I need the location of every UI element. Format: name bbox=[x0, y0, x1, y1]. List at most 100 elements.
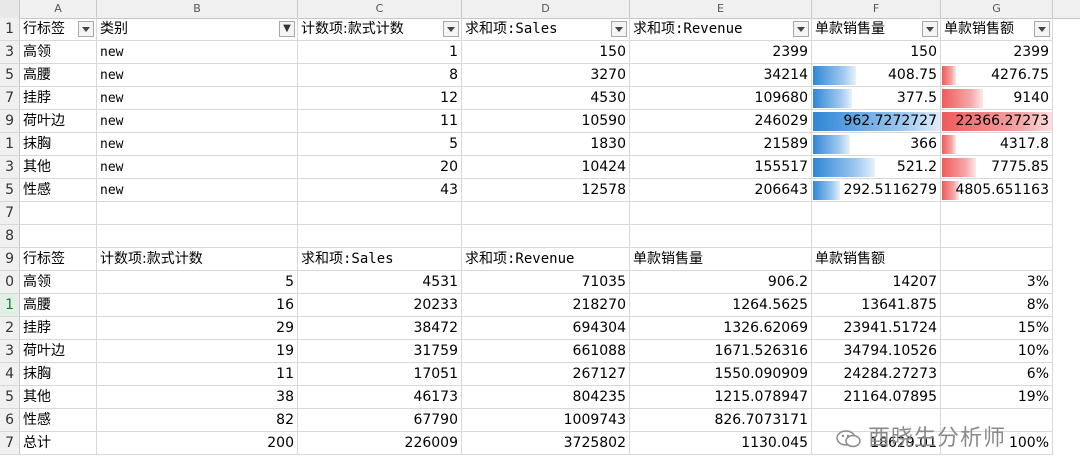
empty-cell[interactable] bbox=[20, 202, 97, 225]
filter-dropdown-icon[interactable] bbox=[78, 21, 94, 37]
unit-qty[interactable]: 906.2 bbox=[630, 271, 812, 294]
sales[interactable]: 1830 bbox=[462, 133, 630, 156]
pivot1-header[interactable]: 求和项:Sales bbox=[462, 18, 630, 41]
unit-amt[interactable]: 22366.27273 bbox=[941, 110, 1053, 133]
sales[interactable]: 10424 bbox=[462, 156, 630, 179]
filter-dropdown-icon[interactable] bbox=[922, 21, 938, 37]
count[interactable]: 82 bbox=[97, 409, 298, 432]
revenue[interactable]: 1009743 bbox=[462, 409, 630, 432]
spreadsheet[interactable]: ABCDEFG 1 行标签 类别 ▼ 计数项:款式计数 求和项:Sales 求和项:Reve… bbox=[0, 0, 1080, 476]
category[interactable]: new bbox=[97, 110, 298, 133]
column-header-d[interactable]: D bbox=[462, 0, 630, 18]
filter-dropdown-icon[interactable] bbox=[793, 21, 809, 37]
sales[interactable]: 17051 bbox=[298, 363, 462, 386]
revenue[interactable]: 155517 bbox=[630, 156, 812, 179]
pivot2-header[interactable]: 求和项:Sales bbox=[298, 248, 462, 271]
count[interactable]: 19 bbox=[97, 340, 298, 363]
column-header-b[interactable]: B bbox=[97, 0, 298, 18]
revenue[interactable]: 109680 bbox=[630, 87, 812, 110]
revenue[interactable]: 267127 bbox=[462, 363, 630, 386]
count[interactable]: 16 bbox=[97, 294, 298, 317]
sales[interactable]: 150 bbox=[462, 41, 630, 64]
empty-cell[interactable] bbox=[941, 248, 1053, 271]
sales[interactable]: 38472 bbox=[298, 317, 462, 340]
revenue[interactable]: 34214 bbox=[630, 64, 812, 87]
pivot1-header[interactable]: 类别 ▼ bbox=[97, 18, 298, 41]
sales[interactable]: 4531 bbox=[298, 271, 462, 294]
count[interactable]: 5 bbox=[97, 271, 298, 294]
unit-amt[interactable]: 23941.51724 bbox=[812, 317, 941, 340]
column-header-f[interactable]: F bbox=[812, 0, 941, 18]
pivot1-header[interactable]: 计数项:款式计数 bbox=[298, 18, 462, 41]
count[interactable]: 20 bbox=[298, 156, 462, 179]
share-percent[interactable]: 15% bbox=[941, 317, 1053, 340]
row-label[interactable]: 挂脖 bbox=[20, 317, 97, 340]
sales[interactable]: 67790 bbox=[298, 409, 462, 432]
row-label[interactable]: 高领 bbox=[20, 271, 97, 294]
sales[interactable]: 20233 bbox=[298, 294, 462, 317]
row-label[interactable]: 性感 bbox=[20, 409, 97, 432]
empty-cell[interactable] bbox=[298, 225, 462, 248]
empty-cell[interactable] bbox=[630, 202, 812, 225]
pivot1-header[interactable]: 单款销售量 bbox=[812, 18, 941, 41]
filter-active-icon[interactable]: ▼ bbox=[279, 21, 295, 37]
unit-qty[interactable]: 366 bbox=[812, 133, 941, 156]
pivot2-header[interactable]: 单款销售量 bbox=[630, 248, 812, 271]
unit-qty[interactable]: 292.5116279 bbox=[812, 179, 941, 202]
empty-cell[interactable] bbox=[462, 202, 630, 225]
revenue[interactable]: 2399 bbox=[630, 41, 812, 64]
unit-qty[interactable]: 408.75 bbox=[812, 64, 941, 87]
count[interactable]: 43 bbox=[298, 179, 462, 202]
sales[interactable]: 226009 bbox=[298, 432, 462, 455]
category[interactable]: new bbox=[97, 156, 298, 179]
share-percent[interactable]: 19% bbox=[941, 386, 1053, 409]
unit-amt[interactable]: 4317.8 bbox=[941, 133, 1053, 156]
revenue[interactable]: 21589 bbox=[630, 133, 812, 156]
pivot1-header[interactable]: 求和项:Revenue bbox=[630, 18, 812, 41]
unit-amt[interactable]: 4805.651163 bbox=[941, 179, 1053, 202]
pivot1-header[interactable]: 单款销售额 bbox=[941, 18, 1053, 41]
pivot2-header[interactable]: 求和项:Revenue bbox=[462, 248, 630, 271]
share-percent[interactable]: 8% bbox=[941, 294, 1053, 317]
empty-cell[interactable] bbox=[812, 225, 941, 248]
row-label[interactable]: 高领 bbox=[20, 41, 97, 64]
unit-amt[interactable]: 21164.07895 bbox=[812, 386, 941, 409]
unit-qty[interactable]: 826.7073171 bbox=[630, 409, 812, 432]
revenue[interactable]: 3725802 bbox=[462, 432, 630, 455]
row-label[interactable]: 抹胸 bbox=[20, 133, 97, 156]
empty-cell[interactable] bbox=[20, 225, 97, 248]
count[interactable]: 1 bbox=[298, 41, 462, 64]
count[interactable]: 200 bbox=[97, 432, 298, 455]
row-label[interactable]: 荷叶边 bbox=[20, 110, 97, 133]
count[interactable]: 38 bbox=[97, 386, 298, 409]
sales[interactable]: 10590 bbox=[462, 110, 630, 133]
row-label[interactable]: 高腰 bbox=[20, 294, 97, 317]
sales[interactable]: 31759 bbox=[298, 340, 462, 363]
unit-qty[interactable]: 1264.5625 bbox=[630, 294, 812, 317]
unit-qty[interactable]: 1130.045 bbox=[630, 432, 812, 455]
unit-qty[interactable]: 1326.62069 bbox=[630, 317, 812, 340]
pivot2-header[interactable]: 计数项:款式计数 bbox=[97, 248, 298, 271]
revenue[interactable]: 694304 bbox=[462, 317, 630, 340]
category[interactable]: new bbox=[97, 133, 298, 156]
count[interactable]: 5 bbox=[298, 133, 462, 156]
empty-cell[interactable] bbox=[298, 202, 462, 225]
category[interactable]: new bbox=[97, 64, 298, 87]
sales[interactable]: 4530 bbox=[462, 87, 630, 110]
unit-qty[interactable]: 1550.090909 bbox=[630, 363, 812, 386]
filter-dropdown-icon[interactable] bbox=[1034, 21, 1050, 37]
unit-amt[interactable]: 34794.10526 bbox=[812, 340, 941, 363]
empty-cell[interactable] bbox=[97, 225, 298, 248]
select-all-corner[interactable] bbox=[0, 0, 20, 18]
pivot1-header[interactable]: 行标签 bbox=[20, 18, 97, 41]
column-header-c[interactable]: C bbox=[298, 0, 462, 18]
empty-cell[interactable] bbox=[941, 225, 1053, 248]
sales[interactable]: 12578 bbox=[462, 179, 630, 202]
row-label[interactable]: 抹胸 bbox=[20, 363, 97, 386]
share-percent[interactable]: 3% bbox=[941, 271, 1053, 294]
row-label[interactable]: 挂脖 bbox=[20, 87, 97, 110]
empty-cell[interactable] bbox=[630, 225, 812, 248]
column-header-g[interactable]: G bbox=[941, 0, 1053, 18]
count[interactable]: 29 bbox=[97, 317, 298, 340]
empty-cell[interactable] bbox=[462, 225, 630, 248]
